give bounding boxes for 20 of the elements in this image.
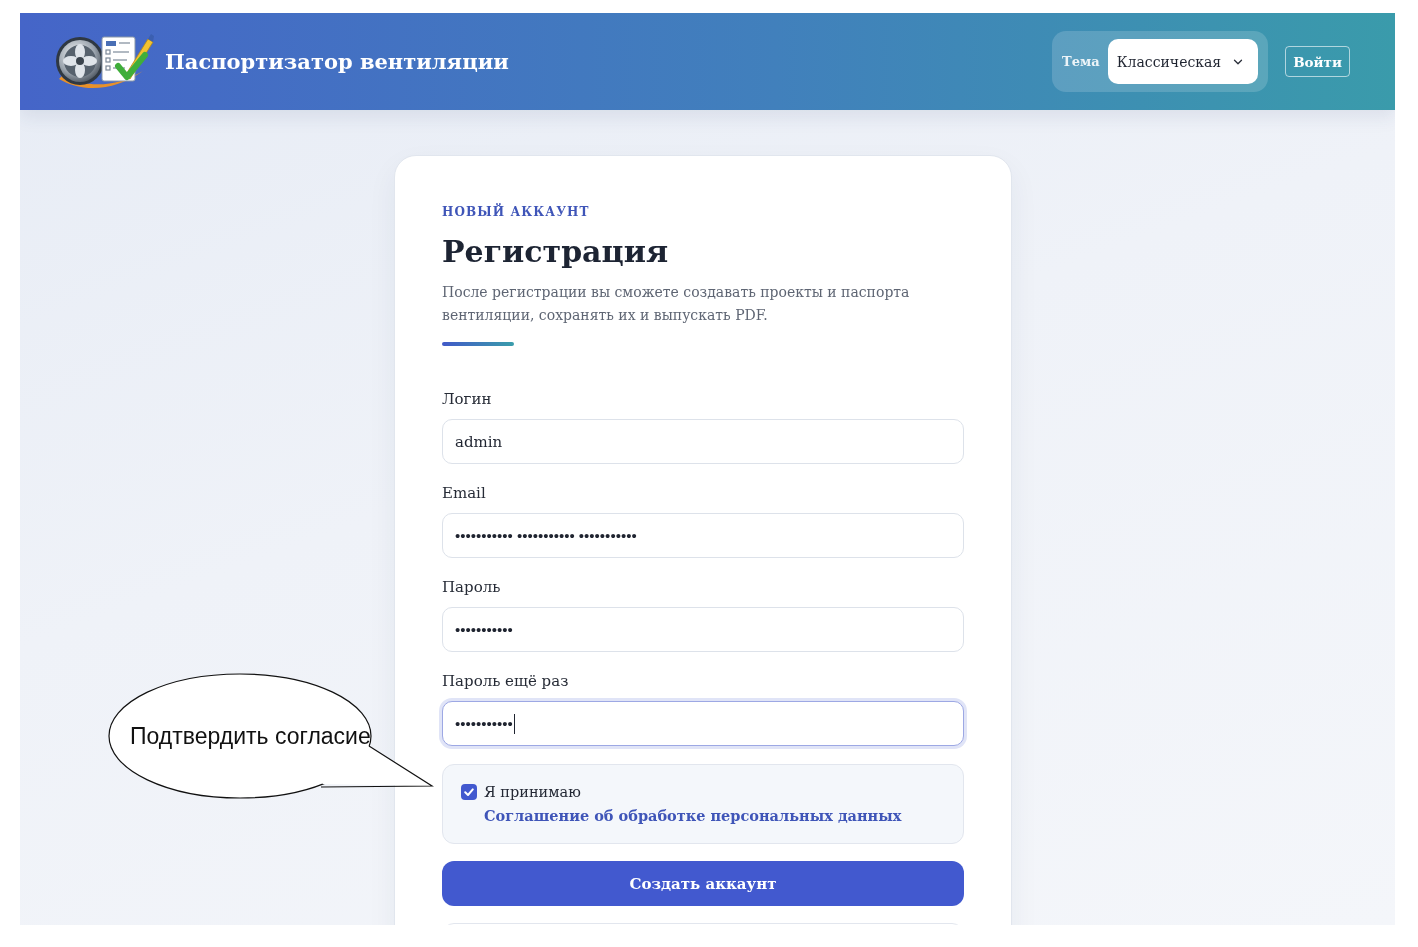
theme-label: Тема bbox=[1062, 54, 1100, 69]
app-title: Паспортизатор вентиляции bbox=[165, 49, 509, 74]
form-description: После регистрации вы сможете создавать проекты и паспорта вентиляции, сохранять их и выпускать PDF. bbox=[442, 283, 911, 325]
theme-select[interactable]: Классическая bbox=[1107, 39, 1259, 84]
consent-text: Я принимаю Соглашение об обработке персональных данных bbox=[484, 783, 903, 826]
field-label: Пароль ещё раз bbox=[442, 671, 570, 691]
input-field[interactable]: ••••••••••• ••••••••••• ••••••••••• bbox=[442, 513, 964, 558]
input-field[interactable]: ••••••••••• bbox=[442, 701, 964, 746]
create-account-button[interactable]: Создать аккаунт bbox=[442, 861, 964, 906]
field-label: Логин bbox=[442, 389, 493, 409]
input-field[interactable]: admin bbox=[442, 419, 964, 464]
input-field[interactable]: ••••••••••• bbox=[442, 607, 964, 652]
form-title: Регистрация bbox=[442, 233, 670, 271]
field-label: Email bbox=[442, 483, 487, 503]
consent-link[interactable]: Соглашение об обработке персональных данных bbox=[484, 807, 902, 824]
checkbox[interactable] bbox=[461, 784, 477, 800]
callout-text: Подтвердить согласие bbox=[130, 722, 371, 751]
text-cursor-icon bbox=[513, 713, 516, 734]
field-label: Пароль bbox=[442, 577, 502, 597]
section-label: НОВЫЙ АККАУНТ bbox=[442, 204, 591, 220]
